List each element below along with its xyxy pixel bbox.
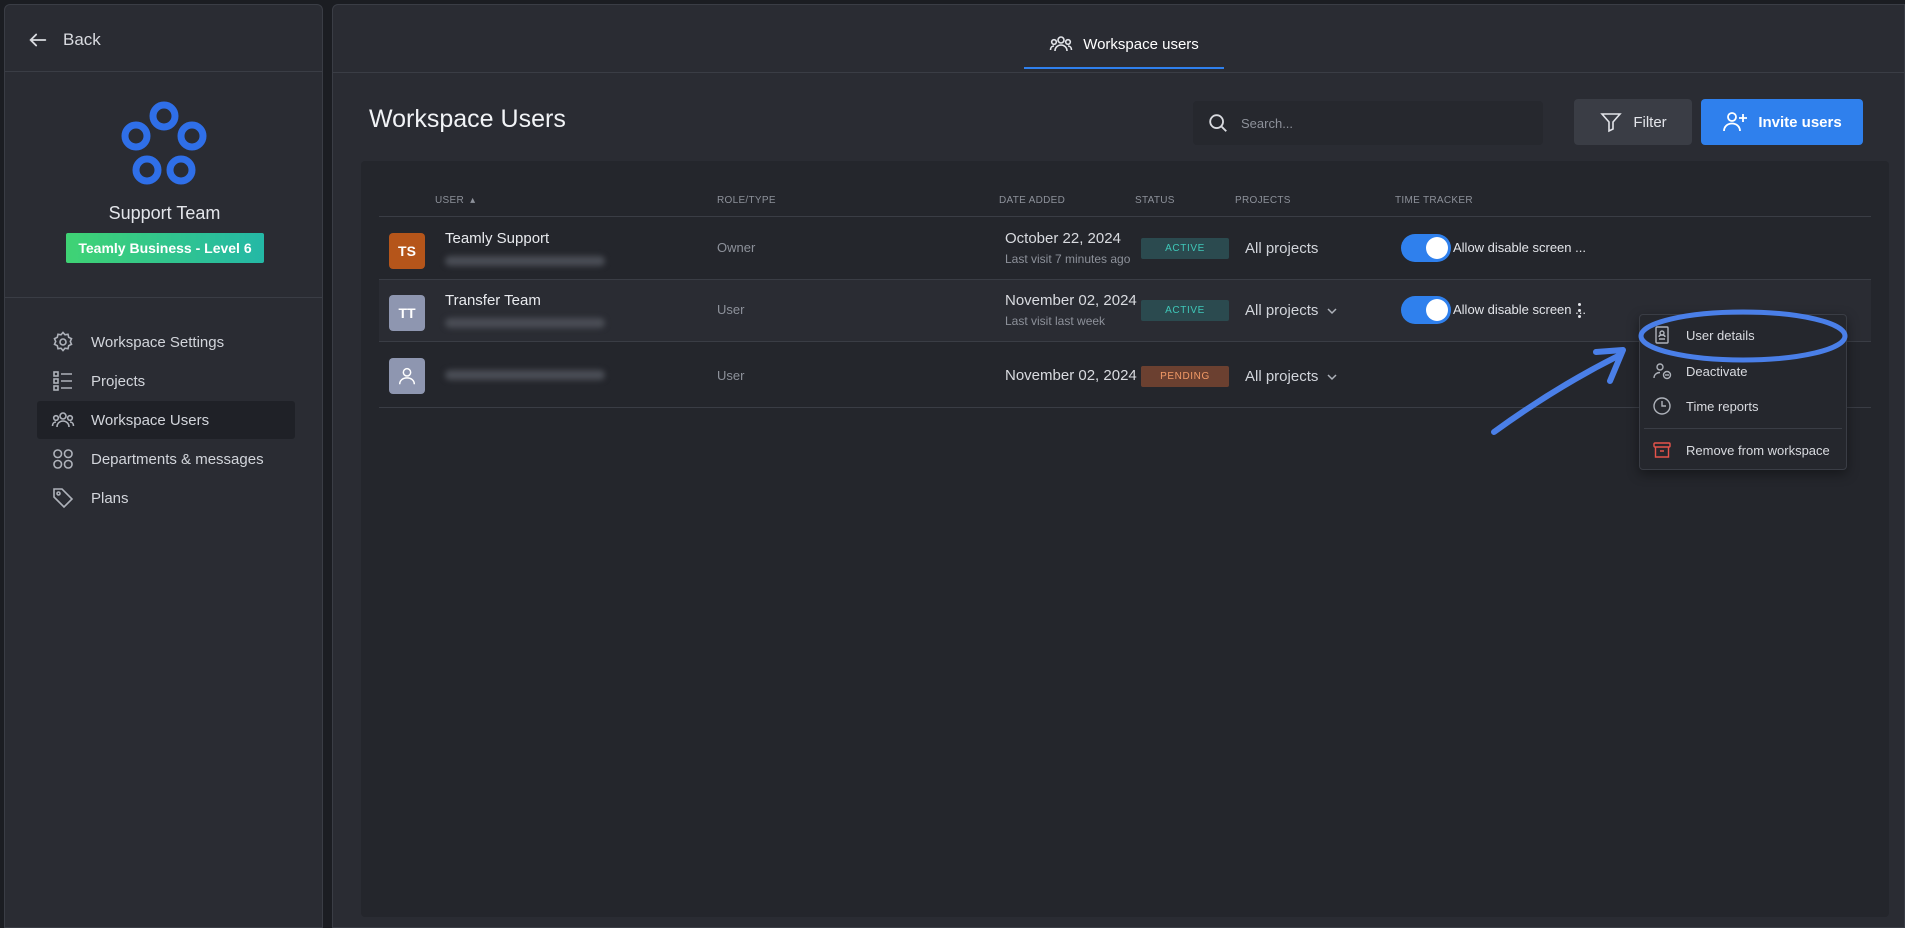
sidebar: Back Support Team Teamly Business - Leve… (4, 4, 323, 928)
sidebar-item-label: Departments & messages (91, 450, 264, 468)
sidebar-nav: Workspace Settings Projects Workspace Us… (37, 323, 295, 518)
filter-button[interactable]: Filter (1574, 99, 1692, 145)
team-name: Support Team (108, 203, 221, 223)
time-tracker-label: Allow disable screen ... (1453, 240, 1586, 255)
plan-badge: Teamly Business - Level 6 (66, 233, 264, 263)
avatar (389, 358, 425, 394)
grid-icon (53, 449, 73, 469)
date-added: November 02, 2024 (1005, 367, 1137, 384)
sidebar-item-departments[interactable]: Departments & messages (37, 440, 295, 478)
menu-item-label: User details (1686, 327, 1755, 343)
avatar: TS (389, 233, 425, 269)
user-role: User (717, 302, 745, 317)
sidebar-item-projects[interactable]: Projects (37, 362, 295, 400)
chevron-down-icon (1327, 307, 1337, 314)
column-header-role: ROLE/TYPE (717, 195, 776, 206)
sidebar-item-label: Plans (91, 489, 129, 507)
column-header-time-tracker: TIME TRACKER (1395, 195, 1473, 206)
search-box (1193, 101, 1543, 145)
time-tracker-toggle[interactable] (1401, 296, 1451, 324)
column-header-projects: PROJECTS (1235, 195, 1291, 206)
users-icon (51, 412, 75, 428)
divider (5, 297, 322, 298)
sidebar-item-label: Projects (91, 372, 146, 390)
row-actions-menu: User details Deactivate Time reports Rem… (1639, 314, 1847, 470)
top-bar: Workspace users (333, 5, 1904, 73)
column-header-date: DATE ADDED (999, 195, 1066, 206)
time-tracker-toggle[interactable] (1401, 234, 1451, 262)
table-row[interactable]: TS Teamly Support Owner October 22, 2024… (379, 218, 1871, 280)
user-role: User (717, 368, 745, 383)
back-label: Back (63, 30, 101, 49)
filter-icon (1600, 113, 1623, 133)
tag-icon (53, 488, 74, 509)
back-button[interactable]: Back (27, 29, 101, 51)
table-header: USER ▴ ROLE/TYPE DATE ADDED STATUS PROJE… (379, 187, 1871, 217)
clock-icon (1653, 397, 1671, 415)
date-added: October 22, 2024 (1005, 230, 1121, 247)
tab-label: Workspace users (1083, 35, 1199, 53)
menu-item-remove-from-workspace[interactable]: Remove from workspace (1640, 433, 1846, 467)
projects-value: All projects (1245, 240, 1319, 257)
blurred-email (445, 256, 605, 266)
divider (5, 71, 322, 72)
status-badge: PENDING (1141, 366, 1229, 387)
search-input[interactable] (1241, 115, 1521, 131)
users-icon (1049, 36, 1073, 52)
user-placeholder-icon (398, 367, 416, 385)
last-visit: Last visit 7 minutes ago (1005, 252, 1131, 266)
menu-item-time-reports[interactable]: Time reports (1640, 389, 1846, 423)
user-name: Teamly Support (445, 230, 550, 247)
gear-icon (53, 331, 73, 352)
menu-divider (1644, 428, 1842, 429)
sidebar-item-workspace-users[interactable]: Workspace Users (37, 401, 295, 439)
menu-item-deactivate[interactable]: Deactivate (1640, 354, 1846, 388)
sidebar-item-workspace-settings[interactable]: Workspace Settings (37, 323, 295, 361)
projects-dropdown[interactable]: All projects (1245, 302, 1338, 319)
sidebar-item-plans[interactable]: Plans (37, 479, 295, 517)
status-badge: ACTIVE (1141, 238, 1229, 259)
id-card-icon (1655, 326, 1669, 344)
users-table: USER ▴ ROLE/TYPE DATE ADDED STATUS PROJE… (361, 161, 1889, 917)
team-logo (121, 101, 207, 185)
invite-users-button[interactable]: Invite users (1701, 99, 1863, 145)
column-header-user[interactable]: USER ▴ (435, 195, 475, 206)
page-title: Workspace Users (369, 105, 566, 133)
invite-label: Invite users (1758, 113, 1842, 131)
search-icon (1209, 114, 1227, 132)
menu-item-label: Time reports (1686, 398, 1759, 414)
user-role: Owner (717, 240, 756, 255)
chevron-down-icon (1327, 373, 1337, 380)
date-added: November 02, 2024 (1005, 292, 1137, 309)
last-visit: Last visit last week (1005, 314, 1106, 328)
menu-item-user-details[interactable]: User details (1640, 318, 1846, 352)
user-minus-icon (1653, 363, 1672, 380)
filter-label: Filter (1633, 113, 1667, 131)
sidebar-item-label: Workspace Users (91, 411, 210, 429)
arrow-left-icon (29, 33, 47, 47)
projects-dropdown[interactable]: All projects (1245, 368, 1338, 385)
archive-icon (1653, 442, 1671, 458)
avatar: TT (389, 295, 425, 331)
blurred-email (445, 318, 605, 328)
row-more-menu-button[interactable] (1569, 298, 1589, 322)
status-badge: ACTIVE (1141, 300, 1229, 321)
time-tracker-label: Allow disable screen ... (1453, 302, 1586, 317)
column-header-status: STATUS (1135, 195, 1175, 206)
menu-item-label: Deactivate (1686, 363, 1748, 379)
tab-workspace-users[interactable]: Workspace users (1024, 21, 1224, 69)
blurred-email (445, 370, 605, 380)
sidebar-item-label: Workspace Settings (91, 333, 225, 351)
user-plus-icon (1723, 112, 1748, 132)
list-icon (53, 371, 72, 391)
menu-item-label: Remove from workspace (1686, 442, 1830, 458)
user-name: Transfer Team (445, 292, 541, 309)
